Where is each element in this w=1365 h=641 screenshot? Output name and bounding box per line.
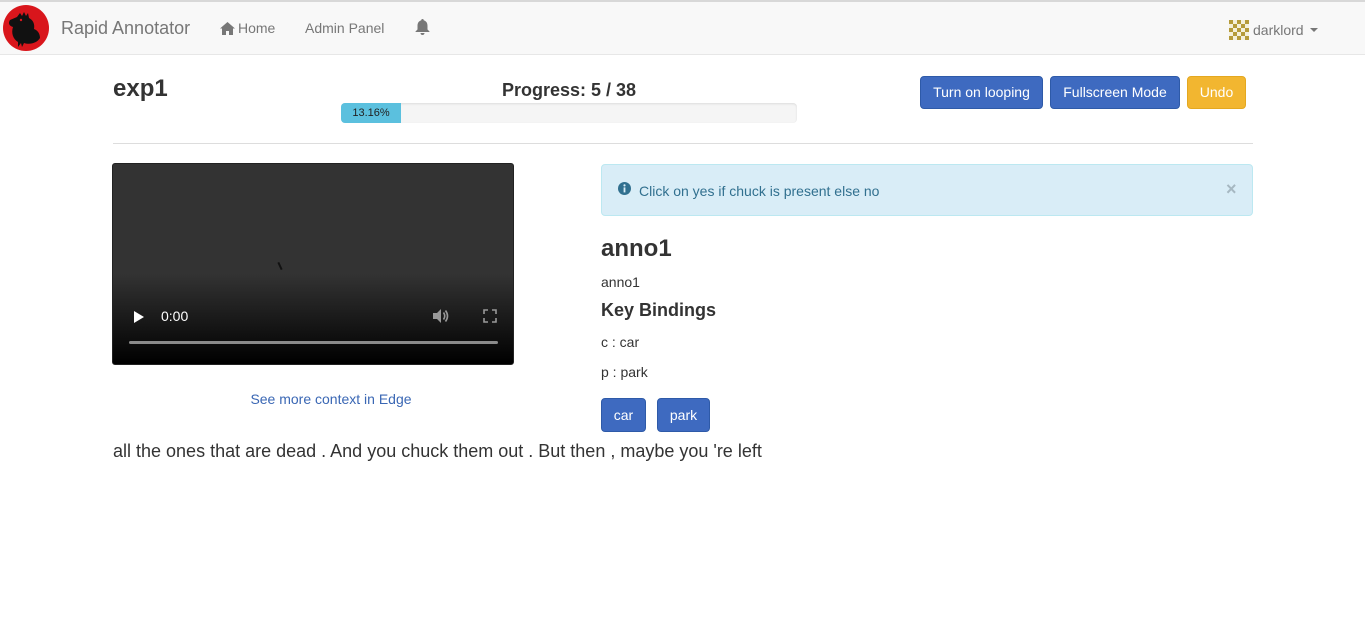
home-icon xyxy=(220,21,235,35)
progress-label: Progress: 5 / 38 xyxy=(501,80,637,100)
caret-down-icon xyxy=(1309,28,1318,32)
nav-home-label: Home xyxy=(238,20,276,36)
video-seek-bar[interactable] xyxy=(129,341,498,344)
fullscreen-icon[interactable] xyxy=(483,309,497,323)
play-icon[interactable] xyxy=(133,310,145,324)
video-frame-content xyxy=(277,261,283,271)
instruction-alert: Click on yes if chuck is present else no… xyxy=(601,164,1253,216)
divider xyxy=(113,143,1253,144)
fullscreen-mode-button[interactable]: Fullscreen Mode xyxy=(1050,76,1180,109)
brand-link[interactable]: Rapid Annotator xyxy=(61,18,190,38)
label-park-button[interactable]: park xyxy=(657,398,710,432)
nav-admin-link[interactable]: Admin Panel xyxy=(305,20,384,36)
annotation-title: anno1 xyxy=(601,235,672,262)
annotation-description: anno1 xyxy=(601,274,640,290)
rooster-logo-icon[interactable] xyxy=(3,5,49,51)
bell-icon[interactable] xyxy=(415,19,430,40)
nav-home-link[interactable]: Home xyxy=(220,20,275,36)
video-time: 0:00 xyxy=(161,308,189,324)
user-menu[interactable]: darklord xyxy=(1229,20,1318,40)
progress-bar: 13.16% xyxy=(341,103,797,123)
progress-fill: 13.16% xyxy=(341,103,401,123)
alert-text: Click on yes if chuck is present else no xyxy=(639,183,880,199)
experiment-title: exp1 xyxy=(113,75,168,102)
info-circle-icon xyxy=(618,182,631,195)
key-bindings-title: Key Bindings xyxy=(601,300,717,320)
close-icon[interactable]: × xyxy=(1226,179,1237,200)
undo-button[interactable]: Undo xyxy=(1187,76,1246,109)
navbar: Rapid Annotator Home Admin Panel darklor… xyxy=(0,2,1365,55)
identicon-avatar xyxy=(1229,20,1249,40)
volume-icon[interactable] xyxy=(432,308,450,324)
key-binding-car: c : car xyxy=(601,334,640,350)
label-car-button[interactable]: car xyxy=(601,398,646,432)
key-binding-park: p : park xyxy=(601,364,648,380)
transcript-text: all the ones that are dead . And you chu… xyxy=(113,441,762,461)
username: darklord xyxy=(1253,22,1304,38)
see-more-context-link[interactable]: See more context in Edge xyxy=(112,391,550,407)
turn-on-looping-button[interactable]: Turn on looping xyxy=(920,76,1043,109)
video-player[interactable]: 0:00 xyxy=(112,163,514,365)
